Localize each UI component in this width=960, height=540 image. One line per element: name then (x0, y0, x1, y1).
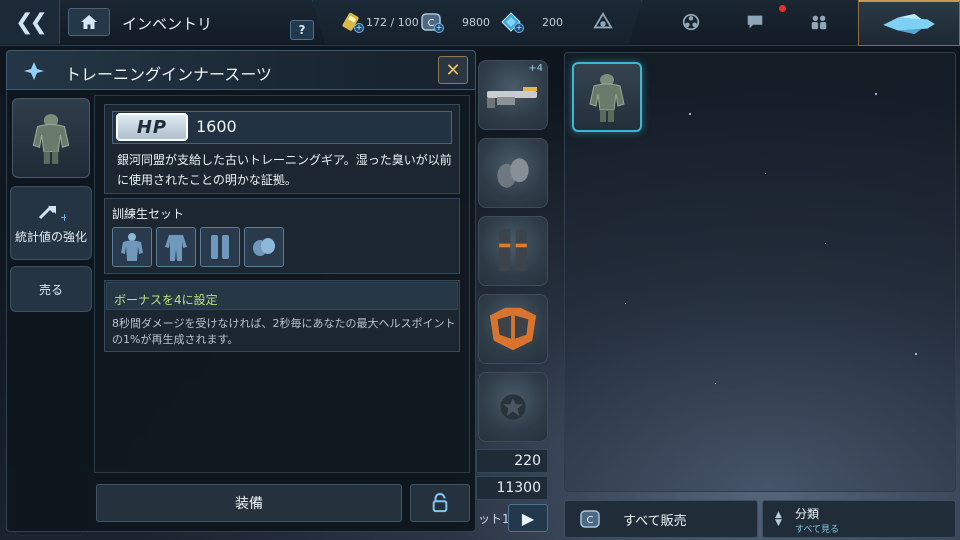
leg-armor-icon (499, 228, 527, 272)
attack-stat: 220 (476, 449, 548, 473)
star-emblem-icon (500, 394, 526, 420)
upgrade-stats-button[interactable]: + 統計値の強化 (10, 186, 92, 260)
equip-slot-chest[interactable] (478, 294, 548, 364)
resource-crystals[interactable]: + 200 (500, 10, 563, 34)
close-button[interactable]: ✕ (438, 56, 468, 84)
equip-label: 装備 (235, 496, 263, 512)
equip-slot-gloves[interactable] (478, 138, 548, 208)
play-arrow-icon: ▶ (521, 508, 535, 528)
bonus-description: 8秒間ダメージを受けなければ、2秒毎にあなたの最大ヘルスポイントの1%が再生成さ… (112, 317, 456, 346)
home-icon (81, 15, 97, 29)
leggings-icon (211, 235, 229, 259)
credits-icon: C + (420, 11, 444, 33)
inventory-item-inner-suit[interactable] (572, 62, 642, 132)
hp-badge: HP (116, 113, 188, 141)
double-chevron-left-icon: ❮❮ (15, 9, 48, 35)
crystal-icon: + (500, 11, 524, 33)
bonus-title: ボーナスを4に設定 (114, 293, 218, 307)
item-title: トレーニングインナースーツ (65, 65, 272, 84)
chat-icon[interactable] (738, 8, 772, 36)
equip-button[interactable]: 装備 (96, 484, 402, 522)
sell-all-label: すべて販売 (623, 513, 687, 529)
home-button[interactable] (68, 8, 110, 36)
notification-dot (779, 5, 786, 12)
set-piece-bodysuit[interactable] (156, 227, 196, 267)
resource-credits[interactable]: C + 9800 (420, 10, 490, 34)
gloves-icon (253, 238, 275, 256)
set-name: 訓練生セット (112, 207, 185, 221)
next-loadout-button[interactable]: ▶ (508, 504, 548, 532)
resource-energy[interactable]: + 172 / 100 (340, 10, 419, 34)
loadout-label: ット1 (478, 512, 510, 526)
item-description: 銀河同盟が支給した古いトレーニングギア。湿った臭いが以前に使用されたことの明かな… (117, 153, 452, 187)
bodysuit-icon (165, 235, 187, 261)
back-button[interactable]: ❮❮ (0, 0, 60, 44)
equip-slot-legs[interactable] (478, 216, 548, 286)
resource-crystals-value: 200 (542, 15, 563, 29)
health-stat: 11300 (476, 476, 548, 500)
set-piece-leggings[interactable] (200, 227, 240, 267)
item-detail-header: トレーニングインナースーツ (6, 50, 476, 90)
sell-all-button[interactable]: C すべて販売 (564, 500, 758, 538)
battery-icon: + (340, 11, 364, 33)
sell-button[interactable]: 売る (10, 266, 92, 312)
help-button[interactable]: ? (290, 20, 314, 40)
armor-category-icon (24, 62, 44, 80)
rifle-icon (487, 87, 537, 108)
resource-energy-value: 172 / 100 (366, 15, 419, 29)
upgrade-stats-label: 統計値の強化 (14, 229, 87, 244)
resource-credits-value: 9800 (462, 15, 490, 29)
faction-icon[interactable] (674, 8, 708, 36)
rank-icon[interactable] (586, 8, 620, 36)
top-bar: ❮❮ インベントリ ? + 172 / 100 C + 9800 + 200 (0, 0, 960, 46)
inner-suit-icon (121, 233, 143, 261)
sort-value: すべて見る (795, 525, 840, 535)
set-piece-inner-suit[interactable] (112, 227, 152, 267)
unlock-icon (432, 493, 448, 513)
upgrade-arrow-icon: + (38, 205, 66, 222)
set-piece-gloves[interactable] (244, 227, 284, 267)
gloves-icon (497, 158, 529, 188)
credits-icon: C (580, 510, 600, 528)
weapon-level: +4 (528, 63, 543, 74)
spaceship-icon (883, 13, 935, 34)
page-title: インベントリ (122, 15, 213, 33)
ship-button[interactable] (858, 0, 960, 46)
close-icon: ✕ (445, 59, 461, 81)
sort-label: 分類 (795, 507, 820, 521)
sell-label: 売る (38, 282, 63, 297)
inner-suit-icon (32, 114, 70, 164)
item-thumbnail (12, 98, 90, 178)
equip-slot-badge[interactable] (478, 372, 548, 442)
sort-arrows-icon: ▲ ▼ (775, 510, 782, 528)
hp-value: 1600 (196, 117, 237, 136)
friends-icon[interactable] (802, 8, 836, 36)
inner-suit-icon (589, 74, 625, 122)
lock-button[interactable] (410, 484, 470, 522)
equip-slot-weapon[interactable]: +4 (478, 60, 548, 130)
svg-text:C: C (587, 515, 594, 526)
svg-text:+: + (60, 211, 66, 222)
chest-armor-icon (489, 307, 537, 351)
sort-dropdown[interactable]: ▲ ▼ 分類 すべて見る (762, 500, 956, 538)
